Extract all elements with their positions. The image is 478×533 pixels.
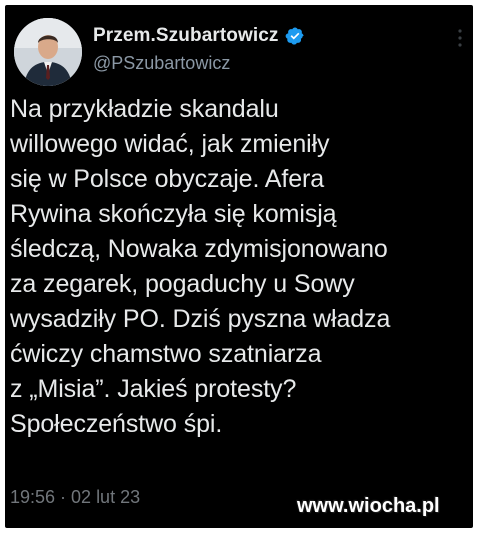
verified-badge-icon [285, 26, 305, 46]
tweet-text-line: Rywina skończyła się komisją [10, 200, 337, 228]
tweet-text: Na przykładzie skandalu willowego widać,… [10, 92, 470, 442]
tweet-text-line: się w Polsce obyczaje. Afera [10, 165, 325, 193]
author-display-name[interactable]: Przem.Szubartowicz [93, 25, 279, 47]
tweet-text-line: za zegarek, pogaduchy u Sowy [10, 270, 355, 298]
tweet-text-line: z „Misia”. Jakieś protesty? [10, 375, 297, 403]
tweet-card: Przem.Szubartowicz @PSzubartowicz Na prz… [5, 5, 473, 528]
author-name-row: Przem.Szubartowicz [93, 25, 305, 47]
tweet-text-line: Społeczeństwo śpi. [10, 410, 223, 438]
tweet-text-line: ćwiczy chamstwo szatniarza [10, 340, 322, 368]
tweet-text-line: śledczą, Nowaka zdymisjonowano [10, 235, 388, 263]
tweet-text-line: willowego widać, jak zmieniły [10, 130, 330, 158]
more-options-icon[interactable] [455, 27, 465, 49]
author-handle[interactable]: @PSzubartowicz [93, 53, 230, 74]
tweet-timestamp[interactable]: 19:56 · 02 lut 23 [10, 487, 140, 508]
tweet-text-line: wysadziły PO. Dziś pyszna władza [10, 305, 391, 333]
avatar[interactable] [14, 18, 82, 86]
tweet-text-line: Na przykładzie skandalu [10, 95, 279, 123]
site-watermark: www.wiocha.pl [297, 495, 440, 517]
person-avatar-icon [14, 18, 82, 86]
